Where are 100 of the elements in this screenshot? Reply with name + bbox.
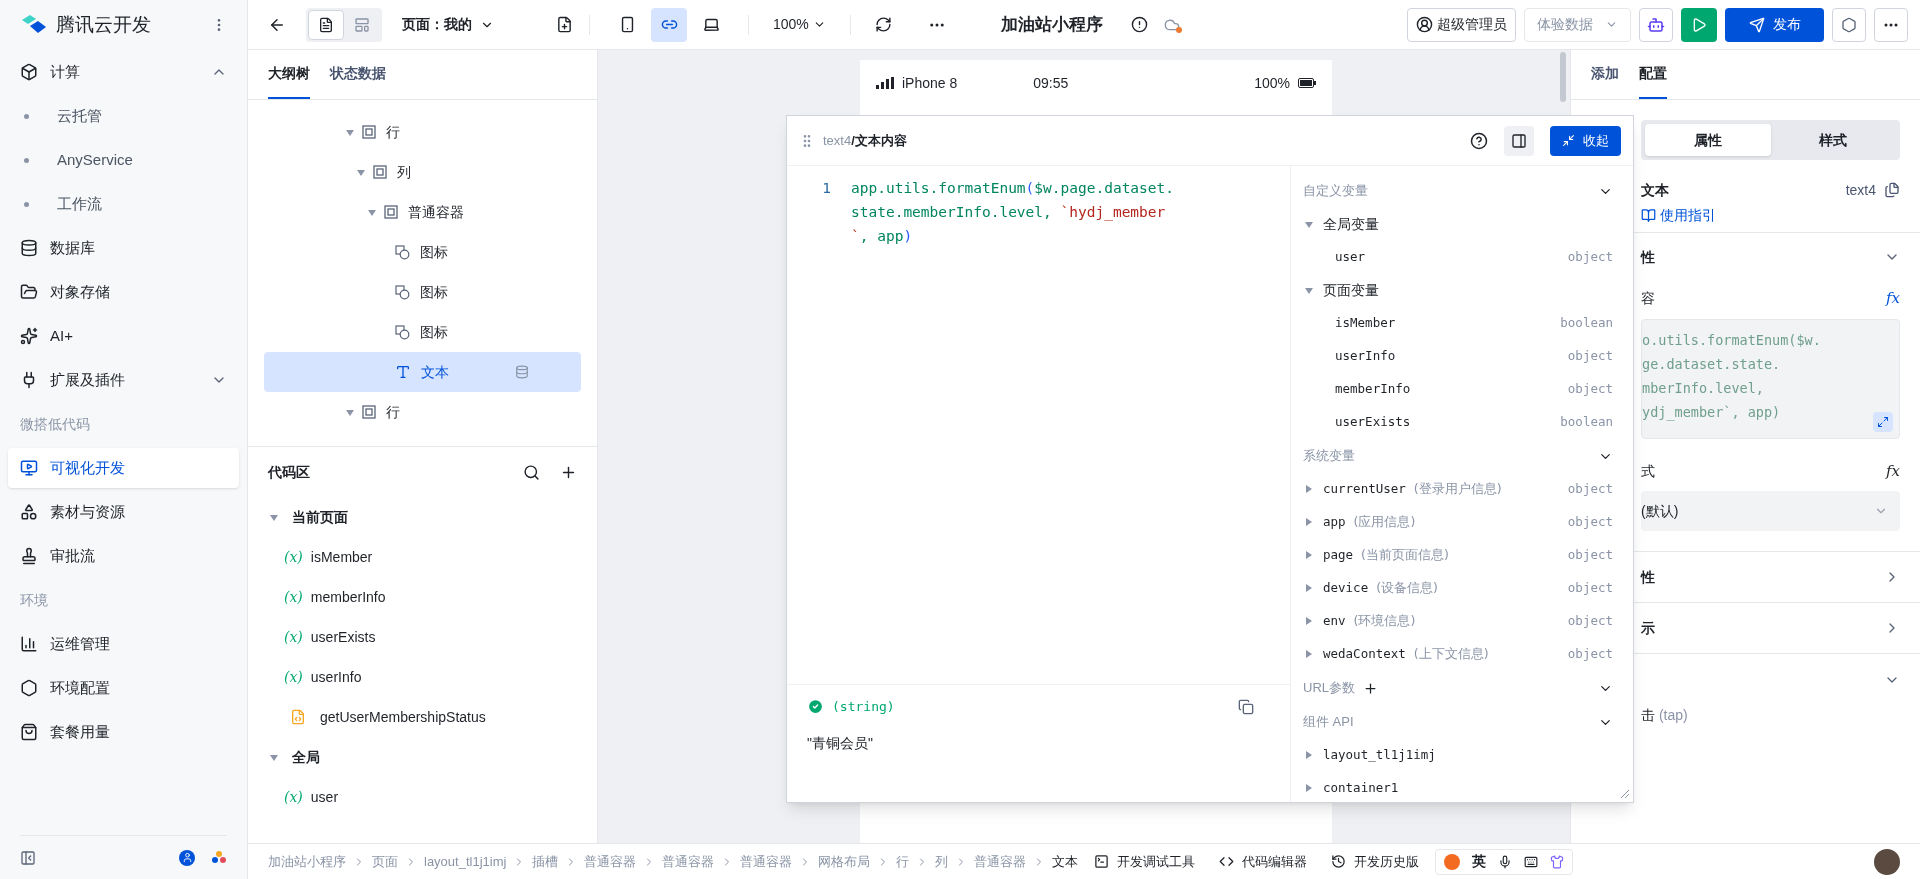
tree-node[interactable]: 行	[264, 392, 581, 432]
bullet-icon	[24, 113, 29, 119]
run-button[interactable]	[1681, 7, 1717, 42]
assistant-button[interactable]	[1639, 7, 1673, 42]
panel-tab[interactable]: 添加	[1591, 50, 1619, 99]
triangle-down-icon[interactable]	[268, 753, 280, 762]
variable-row[interactable]: memberInfo object	[1303, 373, 1621, 406]
alert-icon[interactable]	[1130, 16, 1148, 33]
triangle-down-icon[interactable]	[344, 408, 356, 417]
nav-item[interactable]: 数据库	[8, 228, 239, 268]
nav-item[interactable]: 套餐用量	[8, 712, 239, 752]
tree-node[interactable]: 图标	[264, 272, 581, 312]
variable-row[interactable]: app (应用信息) object	[1303, 506, 1621, 539]
bag-icon	[20, 723, 38, 741]
variable-row[interactable]: userInfo object	[1303, 340, 1621, 373]
variable-row[interactable]: container1	[1303, 772, 1621, 802]
avatar	[1874, 848, 1900, 875]
triangle-down-icon[interactable]	[268, 513, 280, 522]
nav-item[interactable]: 可视化开发	[8, 448, 239, 488]
panel-tab[interactable]: 大纲树	[268, 50, 310, 99]
variable-group[interactable]: 页面变量	[1303, 274, 1621, 307]
nav-item[interactable]: 计算	[8, 52, 239, 92]
format-select[interactable]: (默认)	[1641, 491, 1900, 531]
variable-row[interactable]: currentUser (登录用户信息) object	[1303, 473, 1621, 506]
expand-button[interactable]	[1873, 412, 1893, 432]
nav-item[interactable]: 对象存储	[8, 272, 239, 312]
panel-tab[interactable]: 配置	[1639, 50, 1667, 99]
search-icon[interactable]	[523, 463, 540, 481]
user-icon[interactable]	[179, 849, 195, 866]
resize-handle-icon[interactable]	[1620, 789, 1630, 799]
flower-icon[interactable]	[211, 849, 227, 866]
code-item[interactable]: (x) isMember	[248, 537, 597, 577]
triangle-down-icon[interactable]	[1303, 221, 1315, 229]
code-item[interactable]: (x) userExists	[248, 617, 597, 657]
variable-group[interactable]: 全局变量	[1303, 208, 1621, 241]
add-icon[interactable]	[1363, 680, 1378, 696]
nav-item[interactable]: 扩展及插件	[8, 360, 239, 400]
tree-node[interactable]: 行	[264, 112, 581, 152]
variable-row[interactable]: wedaContext (上下文信息) object	[1303, 638, 1621, 671]
help-icon[interactable]	[1470, 131, 1488, 150]
variable-row[interactable]: user object	[1303, 241, 1621, 274]
container-icon	[362, 125, 376, 139]
code-expression[interactable]: app.utils.formatEnum($w.page.dataset.state.memberInfo.level, `hydj_member`, app)	[851, 176, 1179, 684]
stamp-icon	[20, 547, 38, 565]
variable-row[interactable]: page (当前页面信息) object	[1303, 539, 1621, 572]
settings-button[interactable]	[1832, 7, 1866, 42]
variable-row[interactable]: userExists boolean	[1303, 406, 1621, 439]
event-name[interactable]: 击 (tap)	[1641, 705, 1900, 726]
code-group[interactable]: 全局	[248, 737, 597, 777]
triangle-down-icon[interactable]	[355, 168, 367, 177]
formula-icon[interactable]: fx	[1886, 289, 1900, 307]
code-item[interactable]: getUserMembershipStatus	[248, 697, 597, 737]
nav-item[interactable]: AI+	[8, 316, 239, 356]
tree-node[interactable]: 文本	[264, 352, 581, 392]
code-item[interactable]: (x) user	[248, 777, 597, 817]
triangle-down-icon[interactable]	[366, 208, 378, 217]
copy-icon[interactable]	[1884, 182, 1900, 198]
variable-row[interactable]: device (设备信息) object	[1303, 572, 1621, 605]
nav-item[interactable]: 素材与资源	[8, 492, 239, 532]
nav-subitem[interactable]: 工作流	[8, 184, 239, 224]
list-view-button[interactable]	[308, 9, 344, 40]
variable-row[interactable]: isMember boolean	[1303, 307, 1621, 340]
triangle-down-icon[interactable]	[344, 128, 356, 137]
zoom-selector[interactable]: 100%	[765, 14, 834, 35]
role-button[interactable]: 超级管理员	[1407, 7, 1516, 42]
segment-tab[interactable]: 样式	[1770, 124, 1896, 156]
segment-tab[interactable]: 属性	[1645, 124, 1771, 156]
nav-subitem[interactable]: AnyService	[8, 140, 239, 180]
collapse-icon[interactable]	[20, 849, 36, 866]
code-group[interactable]: 当前页面	[248, 497, 597, 537]
refresh-icon[interactable]	[874, 16, 892, 33]
tree-node[interactable]: 普通容器	[264, 192, 581, 232]
mic-icon[interactable]	[1498, 854, 1513, 869]
triangle-down-icon[interactable]	[1303, 287, 1315, 295]
page-selector[interactable]: 页面：我的	[402, 14, 494, 35]
collapse-button[interactable]: 收起	[1550, 125, 1621, 156]
code-item[interactable]: (x) memberInfo	[248, 577, 597, 617]
guide-link[interactable]: 使用指引	[1641, 205, 1716, 226]
code-item[interactable]: (x) userInfo	[248, 657, 597, 697]
side-panel-button[interactable]	[1504, 125, 1534, 156]
nav-item[interactable]: 环境配置	[8, 668, 239, 708]
tree-node[interactable]: 列	[264, 152, 581, 192]
add-page-icon[interactable]	[556, 16, 573, 33]
panel-tab[interactable]: 状态数据	[330, 50, 386, 99]
breadcrumb-item[interactable]: 文本	[1052, 851, 1079, 872]
tool-button[interactable]: 代码编辑器	[1219, 851, 1308, 872]
copy-icon[interactable]	[1238, 698, 1254, 715]
nav-subitem[interactable]: 云托管	[8, 96, 239, 136]
variable-row[interactable]: env (环境信息) object	[1303, 605, 1621, 638]
keyboard-icon[interactable]	[1524, 854, 1539, 869]
tree-node[interactable]: 图标	[264, 312, 581, 352]
skin-icon[interactable]	[1550, 854, 1565, 869]
tree-node[interactable]: 图标	[264, 232, 581, 272]
formula-icon[interactable]: fx	[1886, 462, 1900, 480]
publish-button[interactable]: 发布	[1725, 7, 1824, 42]
tool-button[interactable]: 开发历史版	[1331, 851, 1420, 872]
variable-row[interactable]: layout_tl1j1imj	[1303, 739, 1621, 772]
tool-button[interactable]: 开发调试工具	[1094, 851, 1196, 872]
nav-item[interactable]: 运维管理	[8, 624, 239, 664]
nav-item[interactable]: 审批流	[8, 536, 239, 576]
